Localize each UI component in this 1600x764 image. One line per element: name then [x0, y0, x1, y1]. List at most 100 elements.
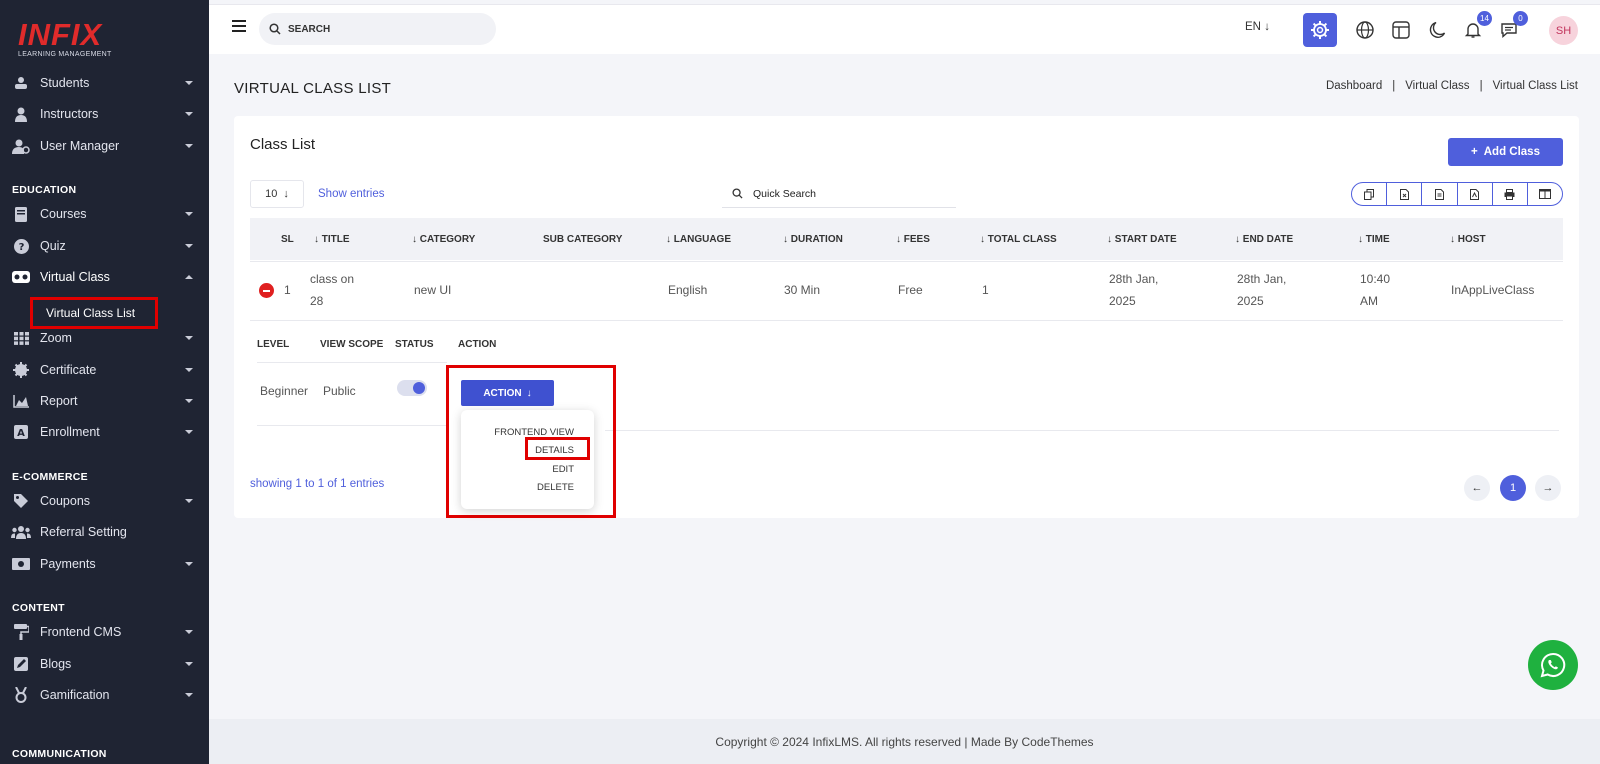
- search-input[interactable]: [288, 23, 478, 35]
- card-title: Class List: [250, 136, 316, 153]
- pagination-summary: showing 1 to 1 of 1 entries: [250, 478, 385, 490]
- moon-icon: [1429, 21, 1446, 38]
- header-title[interactable]: ↓ TITLE: [314, 234, 350, 245]
- arrow-down-icon: ↓: [1264, 21, 1270, 33]
- header-end-date[interactable]: ↓ END DATE: [1235, 234, 1293, 245]
- sidebar-item-label: Frontend CMS: [40, 625, 122, 639]
- avatar[interactable]: SH: [1549, 16, 1578, 45]
- sidebar-item-virtual-class[interactable]: Virtual Class: [0, 263, 209, 291]
- notifications-button[interactable]: 14: [1456, 11, 1492, 47]
- status-toggle[interactable]: [397, 380, 427, 396]
- page-title: VIRTUAL CLASS LIST: [234, 80, 392, 97]
- sidebar-item-instructors[interactable]: Instructors: [0, 100, 209, 128]
- cell-level: Beginner: [260, 384, 309, 398]
- menu-toggle-icon[interactable]: [232, 20, 246, 32]
- menu-item-edit[interactable]: EDIT: [552, 464, 574, 475]
- add-class-button[interactable]: + Add Class: [1448, 138, 1563, 166]
- menu-item-delete[interactable]: DELETE: [537, 482, 574, 493]
- header-duration-label: DURATION: [790, 234, 843, 245]
- language-selector[interactable]: EN ↓: [1245, 21, 1270, 33]
- row-divider: [250, 320, 1563, 321]
- sidebar-item-gamification[interactable]: Gamification: [0, 681, 209, 709]
- breadcrumb: Dashboard | Virtual Class | Virtual Clas…: [1326, 80, 1578, 92]
- sidebar-item-quiz[interactable]: ? Quiz: [0, 232, 209, 260]
- paint-roller-icon: [11, 624, 31, 640]
- breadcrumb-separator: |: [1392, 80, 1396, 92]
- brand-logo[interactable]: INFIX LEARNING MANAGEMENT: [18, 19, 112, 58]
- top-bar: EN ↓ 14 0 SH: [209, 4, 1600, 54]
- class-list-card: Class List + Add Class 10 ↓ Show entries: [234, 116, 1579, 518]
- sidebar-item-report[interactable]: Report: [0, 387, 209, 415]
- global-search[interactable]: [259, 13, 496, 45]
- sidebar-item-certificate[interactable]: Certificate: [0, 356, 209, 384]
- cell-end-line2: 2025: [1237, 294, 1264, 308]
- settings-button[interactable]: [1303, 13, 1337, 47]
- students-icon: [11, 75, 31, 91]
- sidebar-item-label: Enrollment: [40, 425, 100, 439]
- csv-button[interactable]: [1422, 183, 1458, 205]
- print-button[interactable]: [1493, 183, 1528, 205]
- next-page-button[interactable]: →: [1535, 475, 1561, 501]
- sidebar-item-coupons[interactable]: Coupons: [0, 487, 209, 515]
- header-duration[interactable]: ↓ DURATION: [783, 234, 843, 245]
- chevron-down-icon: [185, 368, 193, 372]
- pdf-button[interactable]: [1458, 183, 1493, 205]
- page-button-current[interactable]: 1: [1500, 475, 1526, 501]
- dark-mode-button[interactable]: [1420, 13, 1454, 47]
- header-time-label: TIME: [1365, 234, 1390, 245]
- quick-search[interactable]: [722, 180, 956, 208]
- arrow-down-icon: ↓: [1358, 234, 1366, 245]
- footer: Copyright © 2024 InfixLMS. All rights re…: [209, 719, 1600, 764]
- layout-button[interactable]: [1384, 13, 1418, 47]
- arrow-down-icon: ↓: [283, 188, 289, 200]
- subheader-action: ACTION: [458, 339, 497, 350]
- header-host[interactable]: ↓ HOST: [1450, 234, 1486, 245]
- header-language[interactable]: ↓ LANGUAGE: [666, 234, 731, 245]
- sidebar-item-referral-setting[interactable]: Referral Setting: [0, 518, 209, 546]
- csv-file-icon: [1434, 188, 1444, 200]
- toggle-knob: [413, 382, 425, 394]
- header-sub-category[interactable]: SUB CATEGORY: [543, 234, 622, 245]
- header-total-class[interactable]: ↓ TOTAL CLASS: [980, 234, 1057, 245]
- arrow-down-icon: ↓: [526, 387, 532, 399]
- website-button[interactable]: [1348, 13, 1382, 47]
- header-sl[interactable]: SL: [281, 234, 294, 245]
- sidebar-item-enrollment[interactable]: A Enrollment: [0, 418, 209, 446]
- sidebar-item-zoom[interactable]: Zoom: [0, 324, 209, 352]
- breadcrumb-separator: |: [1479, 80, 1483, 92]
- copy-button[interactable]: [1352, 183, 1388, 205]
- enrollment-icon: A: [11, 424, 31, 440]
- messages-button[interactable]: 0: [1492, 11, 1528, 47]
- action-dropdown-button[interactable]: ACTION ↓: [461, 380, 554, 406]
- header-start-date[interactable]: ↓ START DATE: [1107, 234, 1177, 245]
- search-icon: [269, 23, 281, 35]
- sidebar-item-user-manager[interactable]: User Manager: [0, 132, 209, 160]
- sidebar-item-students[interactable]: Students: [0, 69, 209, 97]
- cell-host: InAppLiveClass: [1451, 283, 1535, 297]
- cell-end-date: 28th Jan, 2025: [1237, 268, 1286, 312]
- excel-button[interactable]: [1387, 183, 1423, 205]
- sidebar-item-blogs[interactable]: Blogs: [0, 650, 209, 678]
- subheader-status: STATUS: [395, 339, 434, 350]
- row-divider: [250, 261, 1563, 262]
- cell-end-line1: 28th Jan,: [1237, 272, 1287, 286]
- header-category-label: CATEGORY: [419, 234, 476, 245]
- quick-search-input[interactable]: [753, 187, 943, 200]
- header-fees[interactable]: ↓ FEES: [896, 234, 930, 245]
- sidebar-item-courses[interactable]: Courses: [0, 200, 209, 228]
- header-time[interactable]: ↓ TIME: [1358, 234, 1390, 245]
- header-category[interactable]: ↓ CATEGORY: [412, 234, 475, 245]
- whatsapp-button[interactable]: [1528, 640, 1578, 690]
- previous-page-button[interactable]: ←: [1464, 475, 1490, 501]
- arrow-left-icon: ←: [1471, 482, 1483, 494]
- breadcrumb-dashboard[interactable]: Dashboard: [1326, 80, 1382, 92]
- sidebar-item-frontend-cms[interactable]: Frontend CMS: [0, 618, 209, 646]
- breadcrumb-virtual-class[interactable]: Virtual Class: [1405, 80, 1469, 92]
- entries-select[interactable]: 10 ↓: [250, 180, 304, 208]
- message-badge: 0: [1513, 11, 1528, 26]
- sidebar-item-payments[interactable]: Payments: [0, 550, 209, 578]
- collapse-row-icon[interactable]: [259, 283, 274, 298]
- sidebar-item-label: Referral Setting: [40, 525, 127, 539]
- layout-icon: [1392, 21, 1410, 39]
- columns-button[interactable]: [1528, 183, 1562, 205]
